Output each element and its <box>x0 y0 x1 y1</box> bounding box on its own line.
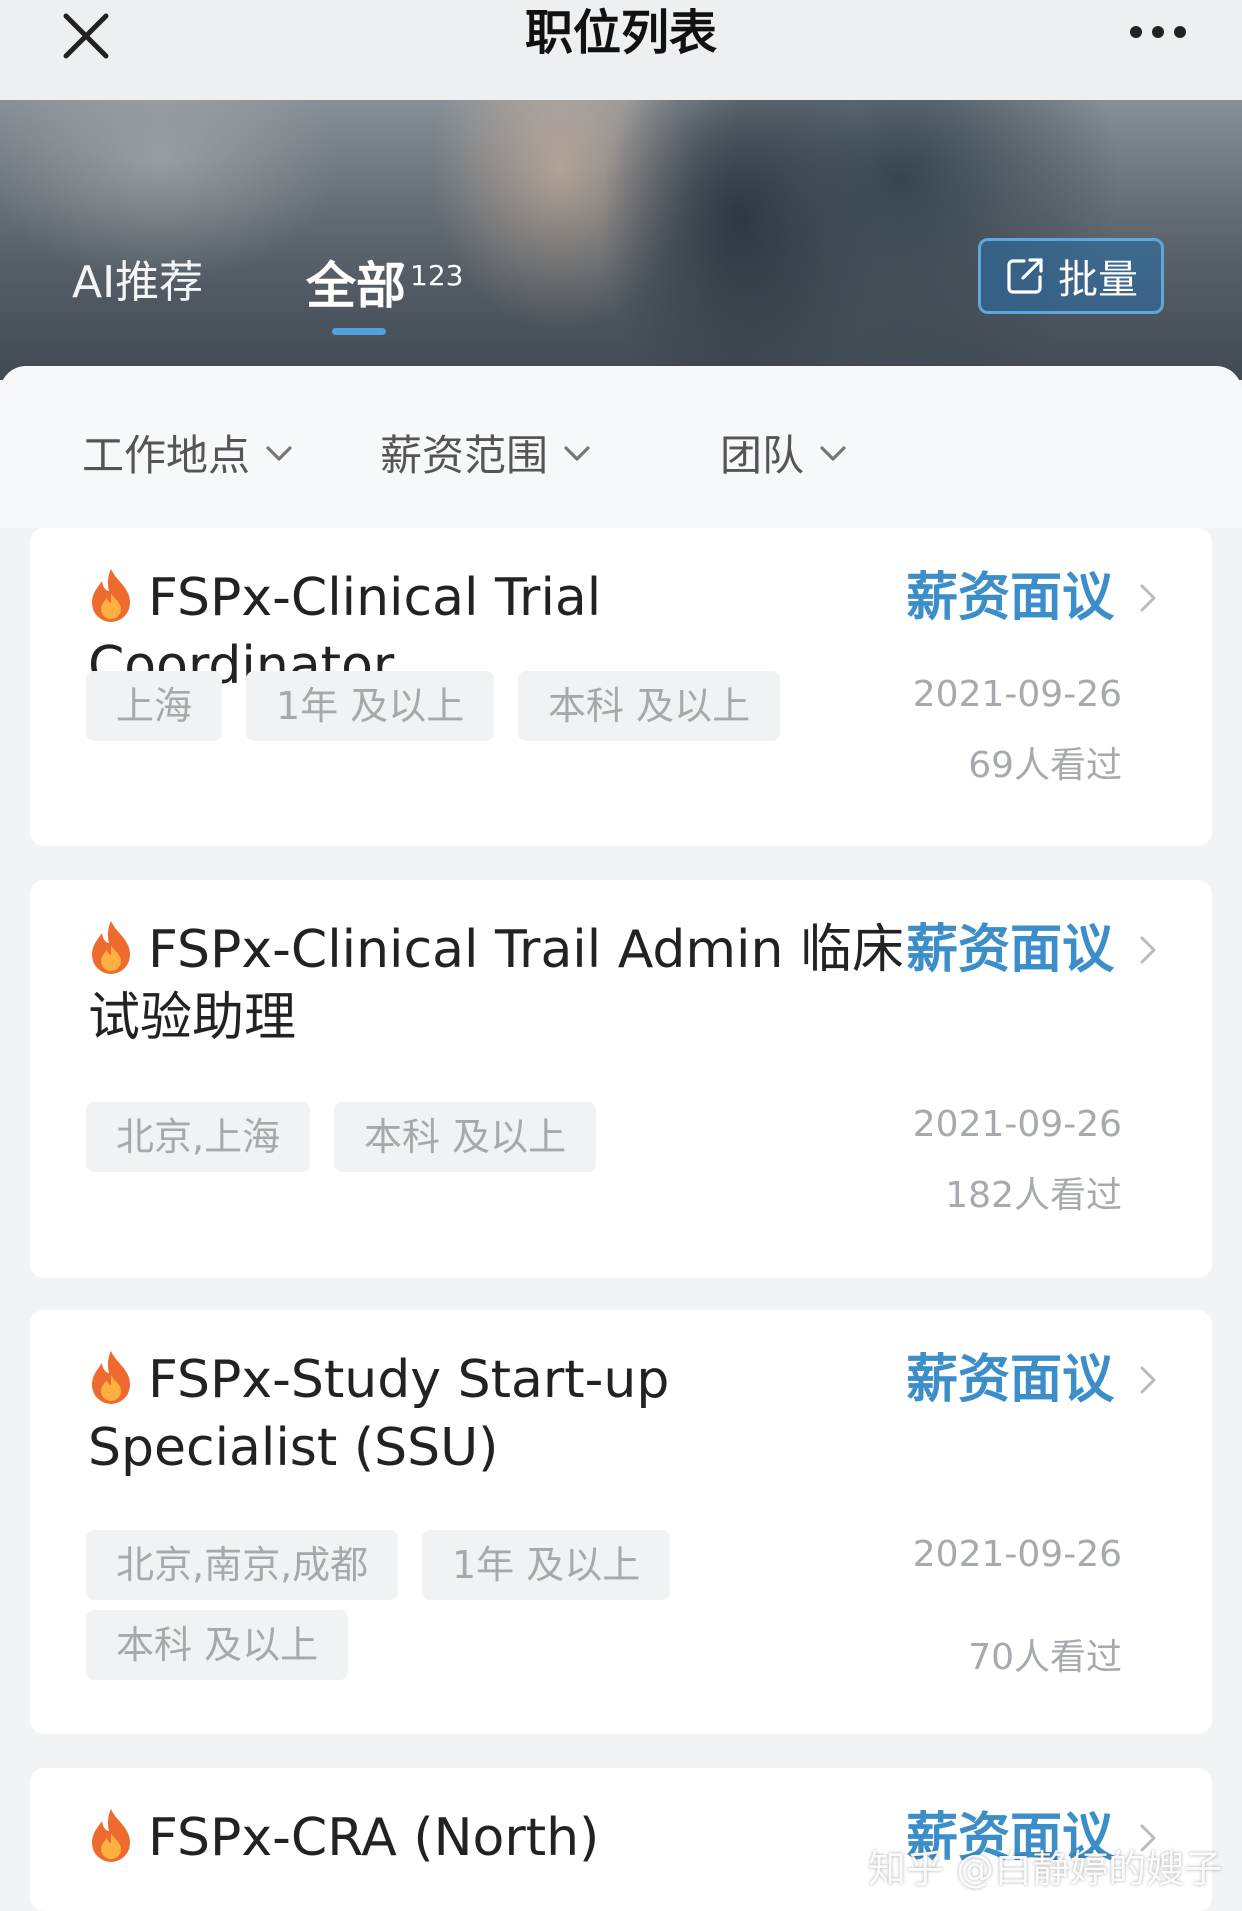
job-title-text: FSPx-CRA (North) <box>148 1808 600 1868</box>
tab-all-count: 123 <box>410 259 464 293</box>
fire-icon <box>92 1351 130 1404</box>
chevron-down-icon <box>820 445 846 461</box>
hero-banner: AI推荐 全部 123 批量 <box>0 100 1242 380</box>
tab-ai-label: AI推荐 <box>72 257 204 308</box>
chevron-down-icon <box>266 445 292 461</box>
post-date: 2021-09-26 <box>912 1534 1122 1575</box>
filter-team-label: 团队 <box>720 431 805 480</box>
job-title-text: FSPx-Study Start-up Specialist (SSU) <box>88 1350 670 1478</box>
share-icon <box>1007 258 1043 294</box>
more-icon[interactable] <box>1128 22 1188 42</box>
filter-location[interactable]: 工作地点 <box>82 422 296 483</box>
page-title: 职位列表 <box>524 5 717 61</box>
chevron-right-icon <box>1140 1366 1156 1394</box>
post-date: 2021-09-26 <box>912 674 1122 715</box>
batch-button[interactable]: 批量 <box>978 238 1164 314</box>
fire-icon <box>92 569 130 622</box>
tag-education: 本科 及以上 <box>86 1610 349 1680</box>
job-title: FSPx-Study Start-up Specialist (SSU) <box>88 1346 908 1482</box>
view-count: 69人看过 <box>968 745 1122 786</box>
job-card[interactable]: FSPx-Clinical Trail Admin 临床试验助理 薪资面议 北京… <box>30 880 1212 1278</box>
view-count: 70人看过 <box>968 1637 1122 1678</box>
chevron-right-icon <box>1140 584 1156 612</box>
tab-all[interactable]: 全部 123 <box>306 246 463 318</box>
post-date: 2021-09-26 <box>912 1104 1122 1145</box>
tag-experience: 1年 及以上 <box>246 671 495 741</box>
filter-location-label: 工作地点 <box>82 431 251 480</box>
tag-location: 北京,上海 <box>86 1102 311 1172</box>
tag-location: 上海 <box>86 671 223 741</box>
salary-label: 薪资面议 <box>906 1350 1115 1410</box>
tab-all-label: 全部 <box>306 257 406 315</box>
batch-button-label: 批量 <box>1058 257 1138 303</box>
tag-education: 本科 及以上 <box>334 1102 597 1172</box>
salary-label: 薪资面议 <box>906 920 1115 980</box>
filter-team[interactable]: 团队 <box>720 422 850 483</box>
view-count: 182人看过 <box>945 1175 1122 1216</box>
chevron-down-icon <box>564 445 590 461</box>
nav-bar: 职位列表 <box>0 0 1242 100</box>
tag-education: 本科 及以上 <box>518 671 781 741</box>
filter-salary-label: 薪资范围 <box>380 431 549 480</box>
salary-label: 薪资面议 <box>906 568 1115 628</box>
filter-bar: 工作地点 薪资范围 团队 <box>0 366 1242 528</box>
fire-icon <box>92 921 130 974</box>
job-card[interactable]: FSPx-Study Start-up Specialist (SSU) 薪资面… <box>30 1310 1212 1734</box>
fire-icon <box>92 1809 130 1862</box>
active-tab-indicator <box>332 328 386 335</box>
filter-salary[interactable]: 薪资范围 <box>380 422 594 483</box>
job-title: FSPx-CRA (North) <box>88 1804 908 1872</box>
job-title: FSPx-Clinical Trail Admin 临床试验助理 <box>88 916 908 1052</box>
job-title-text: FSPx-Clinical Trail Admin 临床试验助理 <box>88 920 904 1048</box>
chevron-right-icon <box>1140 936 1156 964</box>
tag-experience: 1年 及以上 <box>422 1530 671 1600</box>
tab-ai-recommend[interactable]: AI推荐 <box>72 246 203 310</box>
tag-location: 北京,南京,成都 <box>86 1530 399 1600</box>
watermark: 知乎 @白静婷的嫂子 <box>868 1847 1223 1891</box>
job-card[interactable]: FSPx-Clinical Trial Coordinator 薪资面议 上海 … <box>30 528 1212 846</box>
